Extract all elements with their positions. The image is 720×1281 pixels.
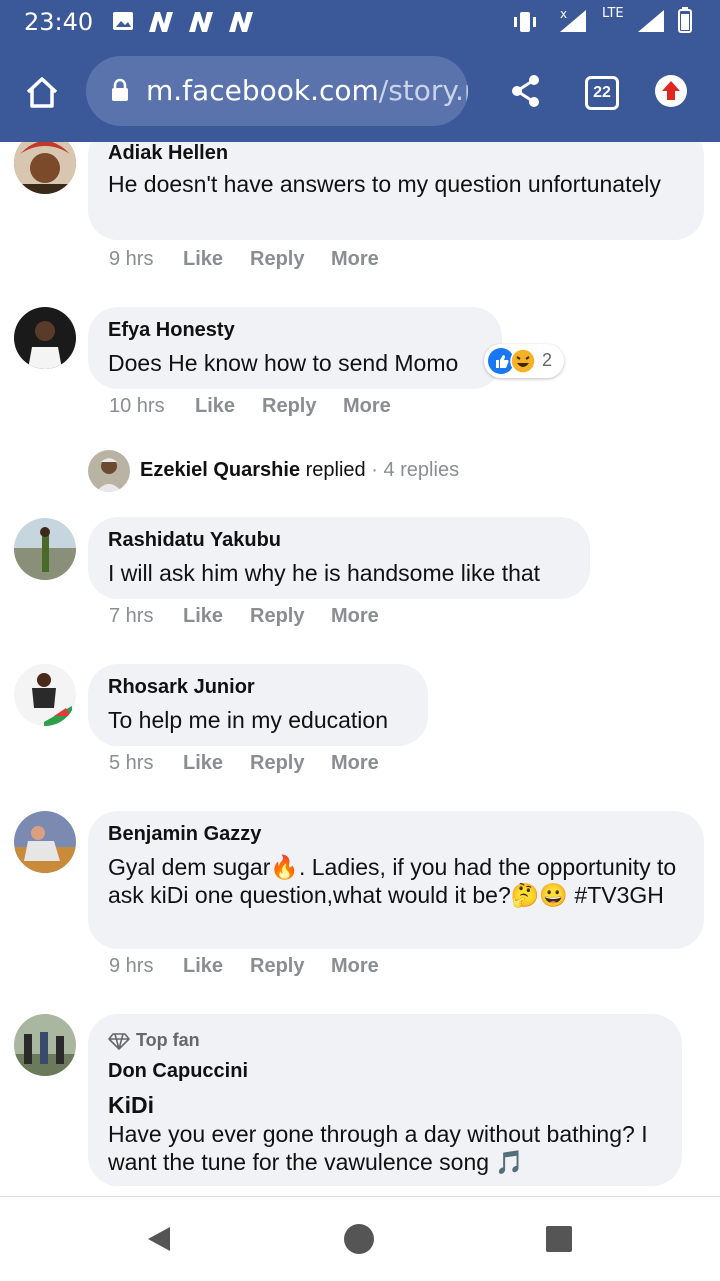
- avatar[interactable]: [14, 142, 76, 194]
- comment-text: Gyal dem sugar🔥. Ladies, if you had the …: [108, 854, 677, 908]
- more-button[interactable]: More: [331, 248, 379, 271]
- avatar-image: [88, 450, 130, 492]
- signal-icon: [638, 10, 664, 32]
- avatar-image: [14, 142, 76, 194]
- comment-bubble: Top fan Don Capuccini KiDi Have you ever…: [88, 1014, 682, 1186]
- comment-time[interactable]: 9 hrs: [109, 955, 153, 978]
- comment-time[interactable]: 5 hrs: [109, 752, 153, 775]
- comment-author[interactable]: Rhosark Junior: [108, 676, 255, 699]
- tab-switcher-button[interactable]: 22: [585, 76, 619, 110]
- comment-author[interactable]: Benjamin Gazzy: [108, 823, 261, 846]
- comment-bubble: Benjamin Gazzy Gyal dem sugar🔥. Ladies, …: [88, 811, 704, 949]
- comment-time[interactable]: 10 hrs: [109, 395, 165, 418]
- comment-text: He doesn't have answers to my question u…: [108, 171, 661, 197]
- avatar-image: [14, 307, 76, 369]
- comment-bubble: Rhosark Junior To help me in my educatio…: [88, 664, 428, 746]
- status-bar: 23:40 x LTE: [0, 0, 720, 44]
- browser-toolbar: m.facebook.com/story.p 22: [0, 44, 720, 142]
- reply-author: Ezekiel Quarshie: [140, 459, 301, 481]
- vibrate-icon: [514, 12, 536, 32]
- avatar-image: [14, 811, 76, 873]
- update-icon[interactable]: [654, 74, 688, 108]
- lock-icon: [112, 78, 128, 101]
- like-button[interactable]: Like: [183, 248, 223, 271]
- comment-bubble: Efya Honesty Does He know how to send Mo…: [88, 307, 502, 389]
- comment-time[interactable]: 9 hrs: [109, 248, 153, 271]
- comment-author[interactable]: Efya Honesty: [108, 319, 235, 342]
- home-icon[interactable]: [24, 74, 60, 110]
- like-button[interactable]: Like: [183, 752, 223, 775]
- recents-icon[interactable]: [545, 1225, 573, 1253]
- haha-reaction-icon: [510, 348, 536, 374]
- avatar-image: [14, 1014, 76, 1076]
- comment-author[interactable]: Don Capuccini: [108, 1060, 248, 1083]
- diamond-icon: [108, 1033, 130, 1050]
- avatar[interactable]: [14, 307, 76, 369]
- more-button[interactable]: More: [331, 955, 379, 978]
- url-text: m.facebook.com/story.p: [146, 74, 468, 107]
- comment-author[interactable]: Rashidatu Yakubu: [108, 529, 281, 552]
- reactions-count: 2: [542, 350, 553, 370]
- like-button[interactable]: Like: [195, 395, 235, 418]
- avatar[interactable]: [14, 518, 76, 580]
- status-time: 23:40: [24, 8, 94, 36]
- n-icon: [149, 12, 173, 32]
- comments-list: Adiak Hellen He doesn't have answers to …: [0, 142, 720, 1196]
- comment-text: To help me in my education: [108, 707, 388, 733]
- signal-no-service-icon: x: [560, 7, 586, 32]
- avatar[interactable]: [14, 811, 76, 873]
- like-button[interactable]: Like: [183, 955, 223, 978]
- like-button[interactable]: Like: [183, 605, 223, 628]
- home-nav-icon[interactable]: [344, 1224, 374, 1254]
- back-icon[interactable]: [144, 1224, 174, 1254]
- comment-mention[interactable]: KiDi: [108, 1092, 154, 1119]
- comment-text: Have you ever gone through a day without…: [108, 1121, 648, 1175]
- reply-button[interactable]: Reply: [250, 752, 304, 775]
- system-nav-bar: [0, 1196, 720, 1281]
- reactions-badge[interactable]: 2: [484, 344, 564, 378]
- avatar-image: [14, 518, 76, 580]
- comment-bubble: Adiak Hellen He doesn't have answers to …: [88, 142, 704, 240]
- avatar-image: [14, 664, 76, 726]
- svg-text:x: x: [560, 7, 567, 21]
- n-icon: [229, 12, 253, 32]
- avatar[interactable]: [14, 1014, 76, 1076]
- avatar[interactable]: [14, 664, 76, 726]
- reply-button[interactable]: Reply: [250, 248, 304, 271]
- avatar: [88, 450, 130, 492]
- top-fan-badge: Top fan: [136, 1030, 200, 1050]
- comment-author[interactable]: Adiak Hellen: [108, 142, 228, 165]
- reply-verb: replied: [305, 459, 366, 481]
- comment-time[interactable]: 7 hrs: [109, 605, 153, 628]
- n-icon: [189, 12, 213, 32]
- reply-count: · 4 replies: [371, 459, 460, 481]
- image-icon: [113, 12, 133, 30]
- reply-button[interactable]: Reply: [250, 605, 304, 628]
- comment-text: I will ask him why he is handsome like t…: [108, 560, 541, 586]
- network-type: LTE: [602, 6, 624, 21]
- more-button[interactable]: More: [331, 605, 379, 628]
- url-bar[interactable]: m.facebook.com/story.p: [86, 56, 468, 126]
- more-button[interactable]: More: [331, 752, 379, 775]
- share-icon[interactable]: [510, 74, 542, 108]
- comment-text: Does He know how to send Momo: [108, 350, 459, 376]
- reply-button[interactable]: Reply: [250, 955, 304, 978]
- battery-icon: [678, 7, 692, 33]
- reply-button[interactable]: Reply: [262, 395, 316, 418]
- more-button[interactable]: More: [343, 395, 391, 418]
- comment-bubble: Rashidatu Yakubu I will ask him why he i…: [88, 517, 590, 599]
